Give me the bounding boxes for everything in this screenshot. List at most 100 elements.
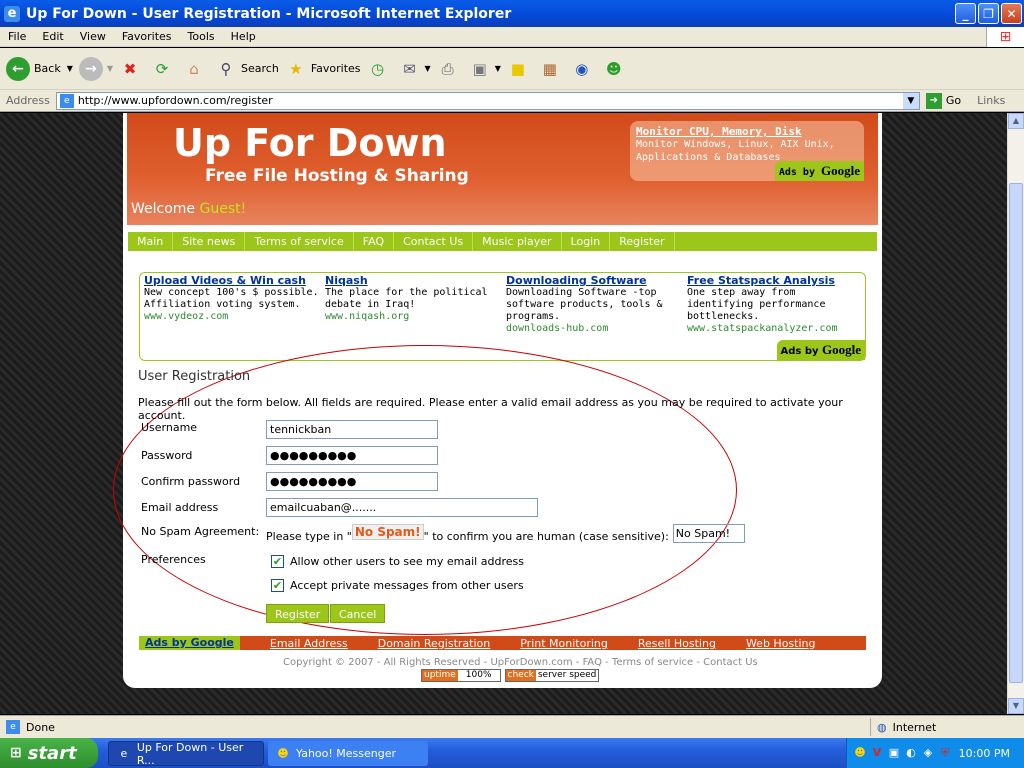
volume-tray-icon[interactable]: ◐ xyxy=(904,746,918,760)
media-button[interactable]: ◉ xyxy=(571,58,597,80)
back-button[interactable]: ← Back ▼ xyxy=(6,56,73,81)
ad-url[interactable]: downloads-hub.com xyxy=(506,323,682,335)
checkbox-show-email[interactable]: ✔ xyxy=(271,555,284,568)
history-button[interactable]: ◷ xyxy=(367,58,393,80)
refresh-button[interactable]: ⟳ xyxy=(151,58,177,80)
stop-button[interactable]: ✖ xyxy=(119,58,145,80)
ads-by-google[interactable]: Ads by Google xyxy=(776,340,865,360)
antivirus-tray-icon[interactable]: V xyxy=(870,746,884,760)
close-button[interactable]: ✕ xyxy=(1001,3,1022,24)
scroll-up-icon[interactable]: ▲ xyxy=(1008,113,1024,129)
site-title: Up For Down xyxy=(173,121,447,165)
go-arrow-icon: ➜ xyxy=(925,92,942,109)
forward-button[interactable]: → ▼ xyxy=(78,56,113,81)
chevron-down-icon[interactable]: ▼ xyxy=(425,64,431,73)
ad-title[interactable]: Niqash xyxy=(325,275,501,287)
header-ad[interactable]: Monitor CPU, Memory, Disk Monitor Window… xyxy=(630,121,864,181)
messenger-button[interactable]: ☻ xyxy=(603,58,629,80)
ads-by-label: Ads by xyxy=(780,346,819,357)
nav-music-player[interactable]: Music player xyxy=(473,232,562,251)
ads-by-google-label[interactable]: Ads by Google xyxy=(139,636,240,650)
nav-contact[interactable]: Contact Us xyxy=(394,232,474,251)
menu-file[interactable]: File xyxy=(0,30,34,43)
nav-login[interactable]: Login xyxy=(562,232,611,251)
uptime-badge[interactable]: uptime 100% xyxy=(421,669,501,682)
research-button[interactable]: ▦ xyxy=(539,58,565,80)
chevron-down-icon[interactable]: ▼ xyxy=(67,64,73,73)
username-field[interactable]: tennickban xyxy=(266,420,438,439)
password-label: Password xyxy=(141,449,193,462)
ad-url[interactable]: www.statspackanalyzer.com xyxy=(687,323,863,335)
edit-button[interactable]: ▣ ▼ xyxy=(469,58,501,80)
ad-url[interactable]: www.niqash.org xyxy=(325,311,501,323)
ad-title[interactable]: Upload Videos & Win cash xyxy=(144,275,320,287)
minimize-button[interactable]: _ xyxy=(955,3,976,24)
menu-edit[interactable]: Edit xyxy=(34,30,71,43)
nav-register[interactable]: Register xyxy=(610,232,675,251)
shield-tray-icon[interactable]: ⛨ xyxy=(938,746,952,760)
ad-link[interactable]: Resell Hosting xyxy=(638,637,716,650)
ad-link[interactable]: Web Hosting xyxy=(746,637,816,650)
mail-button[interactable]: ✉ ▼ xyxy=(399,58,431,80)
menu-help[interactable]: Help xyxy=(223,30,264,43)
maximize-button[interactable]: ❐ xyxy=(978,3,999,24)
yahoo-tray-icon[interactable]: ☻ xyxy=(853,746,867,760)
task-label: Up For Down - User R... xyxy=(136,740,244,767)
ads-by-google[interactable]: Ads by Google xyxy=(774,161,864,181)
register-button[interactable]: Register xyxy=(266,604,330,623)
start-label: start xyxy=(27,742,77,764)
cancel-button[interactable]: Cancel xyxy=(330,604,386,623)
scroll-thumb[interactable] xyxy=(1009,183,1023,683)
ad-url[interactable]: www.vydeoz.com xyxy=(144,311,320,323)
ad-box: Upload Videos & Win cash New concept 100… xyxy=(139,272,866,361)
nav-site-news[interactable]: Site news xyxy=(173,232,246,251)
security-tray-icon[interactable]: ◈ xyxy=(921,746,935,760)
password-field[interactable]: ●●●●●●●●● xyxy=(266,446,438,465)
chevron-down-icon[interactable]: ▼ xyxy=(495,64,501,73)
nav-main[interactable]: Main xyxy=(128,232,174,251)
nospam-post-text: " to confirm you are human (case sensiti… xyxy=(423,530,669,543)
go-button[interactable]: ➜ Go xyxy=(925,92,961,109)
network-tray-icon[interactable]: ▣ xyxy=(887,746,901,760)
history-icon: ◷ xyxy=(370,59,385,78)
links-button[interactable]: Links xyxy=(977,94,1005,107)
task-label: Yahoo! Messenger xyxy=(296,747,397,760)
page-status-icon: e xyxy=(6,720,20,734)
scroll-down-icon[interactable]: ▼ xyxy=(1008,698,1024,714)
pref-private-messages-label: Accept private messages from other users xyxy=(290,579,524,592)
header-ad-title[interactable]: Monitor CPU, Memory, Disk xyxy=(636,125,858,138)
server-speed-badge[interactable]: check server speed xyxy=(504,669,600,682)
print-button[interactable]: ⎙ xyxy=(437,58,463,80)
ad-title[interactable]: Free Statspack Analysis xyxy=(687,275,863,287)
ad-title[interactable]: Downloading Software xyxy=(506,275,682,287)
ad-link[interactable]: Email Address xyxy=(270,637,348,650)
task-internet-explorer[interactable]: e Up For Down - User R... xyxy=(108,740,264,767)
task-yahoo-messenger[interactable]: ☻ Yahoo! Messenger xyxy=(268,741,428,766)
nospam-pre-text: Please type in " xyxy=(266,530,352,543)
ads-by-label: Ads by xyxy=(778,167,815,178)
ad-link[interactable]: Print Monitoring xyxy=(520,637,608,650)
search-button[interactable]: ⚲ Search xyxy=(215,58,279,80)
chevron-down-icon[interactable]: ▼ xyxy=(902,92,919,109)
checkbox-private-messages[interactable]: ✔ xyxy=(271,579,284,592)
ad-item: Free Statspack Analysis One step away fr… xyxy=(687,275,863,335)
menu-tools[interactable]: Tools xyxy=(180,30,223,43)
note-button[interactable]: ■ xyxy=(507,58,533,80)
confirm-password-field[interactable]: ●●●●●●●●● xyxy=(266,472,438,491)
home-icon: ⌂ xyxy=(189,59,199,78)
welcome-label: Welcome xyxy=(131,201,196,217)
favorites-button[interactable]: ★ Favorites xyxy=(285,58,360,80)
menu-view[interactable]: View xyxy=(72,30,114,43)
start-button[interactable]: ⊞ start xyxy=(0,738,98,768)
vertical-scrollbar[interactable]: ▲ ▼ xyxy=(1007,113,1024,714)
home-button[interactable]: ⌂ xyxy=(183,58,209,80)
nav-faq[interactable]: FAQ xyxy=(354,232,395,251)
chevron-down-icon[interactable]: ▼ xyxy=(107,64,113,73)
clock[interactable]: 10:00 PM xyxy=(959,747,1010,760)
nav-terms[interactable]: Terms of service xyxy=(245,232,354,251)
email-field[interactable]: emailcuaban@....... xyxy=(266,498,538,517)
ad-link[interactable]: Domain Registration xyxy=(378,637,491,650)
menu-favorites[interactable]: Favorites xyxy=(114,30,180,43)
nospam-field[interactable]: No Spam! xyxy=(672,524,745,543)
address-input[interactable]: e http://www.upfordown.com/register ▼ xyxy=(55,91,920,110)
